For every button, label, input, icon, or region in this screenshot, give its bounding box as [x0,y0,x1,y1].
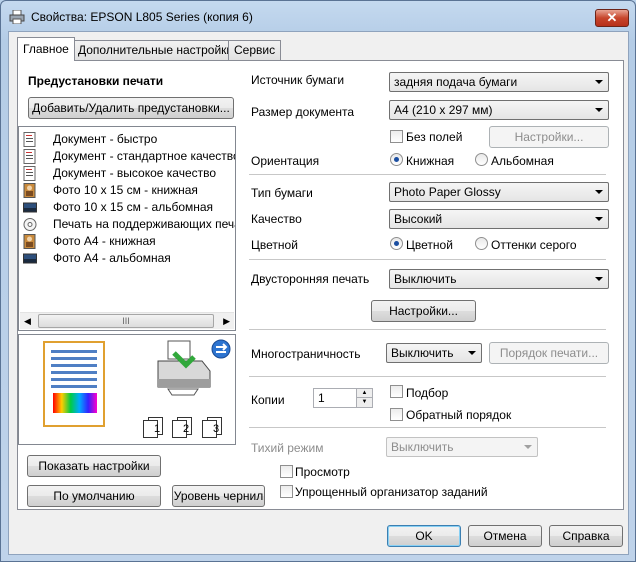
document-icon [23,149,36,164]
list-item[interactable]: Фото А4 - альбомная [23,250,235,267]
job-arranger-checkbox[interactable] [280,485,293,498]
chevron-down-icon [595,190,603,194]
print-order-button[interactable]: Порядок печати... [489,342,609,364]
printer-illustration-icon [157,340,211,396]
scroll-left-icon[interactable]: ◀ [24,313,31,329]
job-arranger-label: Упрощенный организатор заданий [295,485,488,499]
chevron-down-icon [595,217,603,221]
add-remove-presets-button[interactable]: Добавить/Удалить предустановки... [28,97,234,119]
disc-icon [23,218,37,231]
tab-main[interactable]: Главное [17,37,75,61]
quality-select[interactable]: Высокий [389,209,609,229]
paper-source-label: Источник бумаги [251,73,345,87]
quiet-mode-label: Тихий режим [251,441,324,455]
duplex-label: Двусторонняя печать [251,272,370,286]
document-size-select[interactable]: А4 (210 x 297 мм) [389,100,609,120]
orientation-landscape-label: Альбомная [491,154,554,168]
list-item[interactable]: Документ - быстро [23,131,235,148]
list-item[interactable]: Фото А4 - книжная [23,233,235,250]
quality-label: Качество [251,212,302,226]
color-grayscale-radio[interactable] [475,237,488,250]
show-settings-button[interactable]: Показать настройки [27,455,161,477]
chevron-down-icon [468,351,476,355]
list-item[interactable]: Фото 10 x 15 см - альбомная [23,199,235,216]
list-item[interactable]: Фото 10 x 15 см - книжная [23,182,235,199]
list-item[interactable]: Печать на поддерживающих печат [23,216,235,233]
reverse-order-label: Обратный порядок [406,408,512,422]
collate-checkbox[interactable] [390,385,403,398]
copies-input[interactable]: 1 ▲ ▼ [313,388,373,408]
chevron-down-icon [524,445,532,449]
document-icon [23,166,36,181]
printer-properties-window: Свойства: EPSON L805 Series (копия 6) ✕ … [0,0,636,562]
reverse-order-checkbox[interactable] [390,408,403,421]
presets-list[interactable]: Документ - быстро Документ - стандартное… [18,126,236,331]
spin-down-icon[interactable]: ▼ [356,398,372,407]
multipage-select[interactable]: Выключить [386,343,482,363]
borderless-checkbox[interactable] [390,130,403,143]
list-item[interactable]: Документ - высокое качество [23,165,235,182]
presets-heading: Предустановки печати [28,74,164,88]
preview-label: Просмотр [295,465,350,479]
page-order-1-icon: 1 [143,417,165,438]
spin-up-icon[interactable]: ▲ [356,389,372,398]
ok-button[interactable]: OK [387,525,461,547]
paper-type-select[interactable]: Photo Paper Glossy [389,182,609,202]
defaults-button[interactable]: По умолчанию [27,485,161,507]
chevron-down-icon [595,108,603,112]
close-button[interactable]: ✕ [595,9,629,27]
cancel-button[interactable]: Отмена [468,525,542,547]
chevron-down-icon [595,277,603,281]
separator [249,427,606,428]
copies-label: Копии [251,393,285,407]
multipage-label: Многостраничность [251,347,361,361]
orientation-label: Ориентация [251,154,320,168]
borderless-label: Без полей [406,130,463,144]
photo-portrait-icon [23,183,36,198]
separator [249,259,606,260]
separator [249,376,606,377]
orientation-landscape-radio[interactable] [475,153,488,166]
borderless-settings-button[interactable]: Настройки... [489,126,609,148]
duplex-settings-button[interactable]: Настройки... [371,300,476,322]
photo-landscape-icon [23,202,37,213]
photo-landscape-icon [23,253,37,264]
paper-source-select[interactable]: задняя подача бумаги [389,72,609,92]
printer-icon [9,10,25,24]
list-item[interactable]: Документ - стандартное качество [23,148,235,165]
document-size-label: Размер документа [251,105,355,119]
orientation-portrait-radio[interactable] [390,153,403,166]
orientation-portrait-label: Книжная [406,154,455,168]
tab-advanced[interactable]: Дополнительные настройки [72,40,240,60]
duplex-select[interactable]: Выключить [389,269,609,289]
collate-label: Подбор [406,386,449,400]
separator [249,329,606,330]
quiet-mode-select[interactable]: Выключить [386,437,538,457]
color-color-option-label: Цветной [406,238,453,252]
preview-checkbox[interactable] [280,465,293,478]
page-order-2-icon: 2 [172,417,194,438]
scroll-thumb[interactable]: III [38,314,214,328]
help-button[interactable]: Справка [549,525,623,547]
tab-service[interactable]: Сервис [228,40,282,60]
document-icon [23,132,36,147]
horizontal-scrollbar[interactable]: ◀ III ▶ [20,312,234,329]
print-preview-area: 1 2 3 [18,334,236,445]
photo-portrait-icon [23,234,36,249]
orientation-swap-icon[interactable] [211,339,231,359]
ink-level-button[interactable]: Уровень чернил [172,485,265,507]
separator [249,174,606,175]
page-order-3-icon: 3 [202,417,224,438]
scroll-right-icon[interactable]: ▶ [223,313,230,329]
color-grayscale-label: Оттенки серого [491,238,577,252]
color-label: Цветной [251,238,298,252]
title-bar: Свойства: EPSON L805 Series (копия 6) ✕ [1,1,635,31]
window-title: Свойства: EPSON L805 Series (копия 6) [31,10,253,24]
chevron-down-icon [595,80,603,84]
paper-type-label: Тип бумаги [251,186,313,200]
color-color-radio[interactable] [390,237,403,250]
